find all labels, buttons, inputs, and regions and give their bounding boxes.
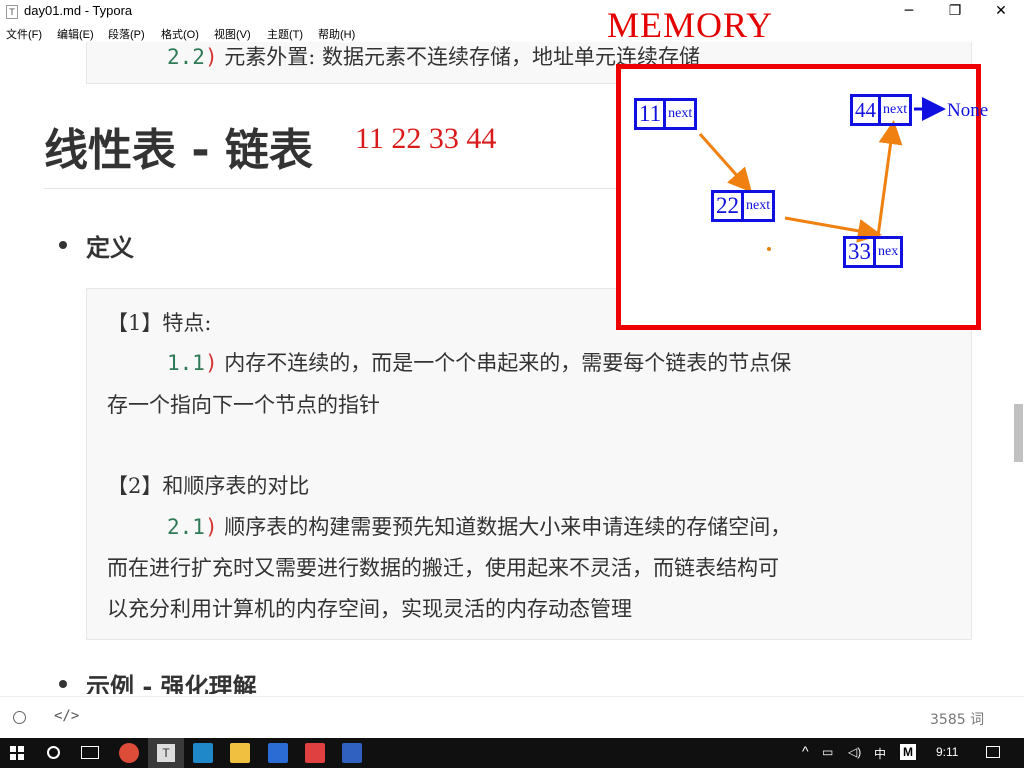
task-view-icon[interactable]	[81, 746, 99, 759]
chrome-icon[interactable]	[119, 743, 139, 763]
node-44: 44 next	[850, 94, 913, 126]
word-icon[interactable]	[268, 743, 288, 763]
scrollbar-thumb[interactable]	[1014, 404, 1023, 462]
node-value: 33	[843, 236, 876, 268]
arrow-11-to-22	[698, 133, 752, 193]
tray-up-arrow-icon[interactable]: ^	[802, 743, 809, 759]
node-value: 11	[634, 98, 667, 130]
node-next: next	[881, 94, 913, 126]
windows-start-icon[interactable]	[10, 746, 24, 760]
notification-icon[interactable]	[986, 746, 1000, 758]
status-bar: </> 3585 词	[0, 696, 1024, 739]
word-count[interactable]: 3585 词	[930, 709, 984, 729]
app-icon-red[interactable]	[305, 743, 325, 763]
node-33: 33 nex	[843, 236, 904, 268]
node-next: next	[666, 98, 698, 130]
input-language[interactable]: 中	[874, 745, 886, 762]
volume-icon[interactable]: ◁)	[848, 745, 861, 759]
node-22: 22 next	[711, 190, 776, 222]
pycharm-icon[interactable]	[342, 743, 362, 763]
node-next: nex	[876, 236, 904, 268]
file-explorer-icon[interactable]	[230, 743, 250, 763]
app-icon-blue[interactable]	[193, 743, 213, 763]
circle-icon[interactable]	[13, 711, 26, 724]
arrow-33-to-44	[876, 120, 903, 237]
arrow-22-to-33	[784, 216, 882, 243]
search-icon[interactable]	[47, 746, 60, 759]
node-next: next	[744, 190, 776, 222]
typora-taskbar-icon: T	[157, 744, 175, 762]
clock[interactable]: 9:11	[936, 745, 958, 759]
taskbar: T ^ ▭ ◁) 中 M 9:11	[0, 738, 1024, 768]
node-value: 44	[850, 94, 881, 126]
node-11: 11 next	[634, 98, 698, 130]
code-icon[interactable]: </>	[54, 708, 79, 724]
stray-dot	[767, 247, 771, 251]
network-icon[interactable]: ▭	[822, 745, 833, 759]
node-value: 22	[711, 190, 744, 222]
typora-taskbar-active[interactable]: T	[148, 738, 184, 768]
ime-indicator[interactable]: M	[900, 744, 916, 760]
none-label: None	[947, 100, 989, 121]
